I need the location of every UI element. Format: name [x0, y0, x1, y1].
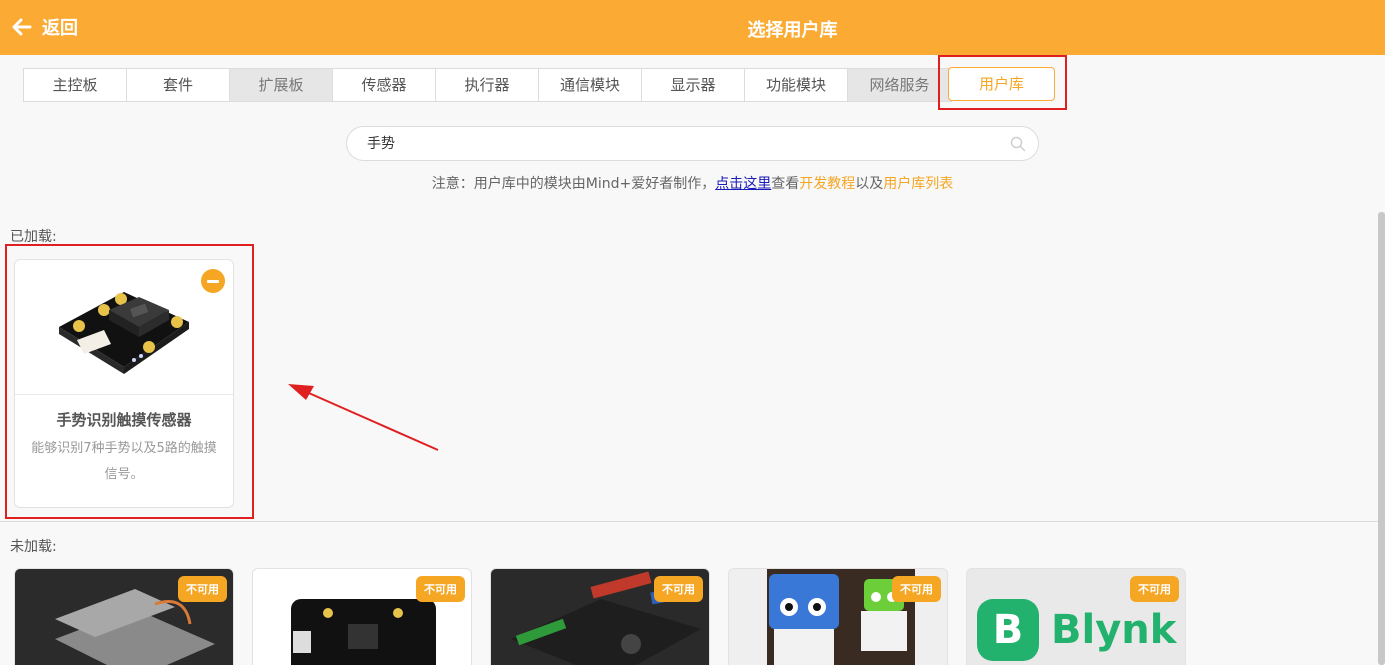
- tab-display[interactable]: 显示器: [642, 69, 745, 101]
- loaded-label: 已加载:: [10, 229, 57, 245]
- section-divider: [0, 521, 1378, 522]
- user-library-list-link[interactable]: 用户库列表: [883, 176, 953, 192]
- unavailable-badge: 不可用: [178, 576, 227, 602]
- blynk-text: Blynk: [1051, 607, 1177, 653]
- tutorial-link[interactable]: 开发教程: [799, 176, 855, 192]
- module-name: 手势识别触摸传感器: [56, 411, 192, 429]
- notice-text: 注意：用户库中的模块由Mind+爱好者制作，点击这里查看开发教程以及用户库列表: [431, 176, 954, 192]
- tab-expansion-board[interactable]: 扩展板: [230, 69, 333, 101]
- category-tabs: 主控板 套件 扩展板 传感器 执行器 通信模块 显示器 功能模块 网络服务: [23, 68, 952, 102]
- module-card-unloaded-4[interactable]: 不可用: [728, 568, 948, 665]
- module-image: [15, 260, 233, 395]
- click-here-link[interactable]: 点击这里: [715, 176, 771, 192]
- blynk-b-icon: B: [977, 599, 1039, 661]
- blynk-logo: B Blynk: [977, 599, 1176, 661]
- module-card-unloaded-5[interactable]: B Blynk 不可用: [966, 568, 1186, 665]
- tab-sensor[interactable]: 传感器: [333, 69, 436, 101]
- scrollbar[interactable]: [1378, 212, 1385, 665]
- unavailable-badge: 不可用: [1130, 576, 1179, 602]
- gesture-sensor-board-icon: [59, 292, 189, 374]
- tab-function[interactable]: 功能模块: [745, 69, 848, 101]
- annotation-arrow-icon: [288, 384, 439, 451]
- tab-user-library[interactable]: 用户库: [948, 67, 1055, 101]
- module-card-unloaded-2[interactable]: 不可用: [252, 568, 472, 665]
- tab-actuator[interactable]: 执行器: [436, 69, 539, 101]
- search-box: [346, 126, 1039, 161]
- unavailable-badge: 不可用: [892, 576, 941, 602]
- tab-communication[interactable]: 通信模块: [539, 69, 642, 101]
- unavailable-badge: 不可用: [416, 576, 465, 602]
- module-description: 能够识别7种手势以及5路的触摸信号。: [31, 441, 217, 482]
- search-input[interactable]: [367, 135, 987, 151]
- module-card-unloaded-1[interactable]: 不可用: [14, 568, 234, 665]
- tab-kit[interactable]: 套件: [127, 69, 230, 101]
- minus-icon: [207, 279, 219, 283]
- unloaded-label: 未加载:: [10, 539, 57, 555]
- tab-main-board[interactable]: 主控板: [24, 69, 127, 101]
- tab-network-service[interactable]: 网络服务: [848, 69, 951, 101]
- remove-module-button[interactable]: [201, 269, 225, 293]
- page-title: 选择用户库: [747, 20, 838, 41]
- top-bar: 返回 选择用户库: [0, 0, 1385, 55]
- module-card-unloaded-3[interactable]: 不可用: [490, 568, 710, 665]
- unavailable-badge: 不可用: [654, 576, 703, 602]
- module-card-gesture-sensor[interactable]: 手势识别触摸传感器 能够识别7种手势以及5路的触摸信号。: [14, 259, 234, 508]
- search-icon[interactable]: [1010, 136, 1026, 152]
